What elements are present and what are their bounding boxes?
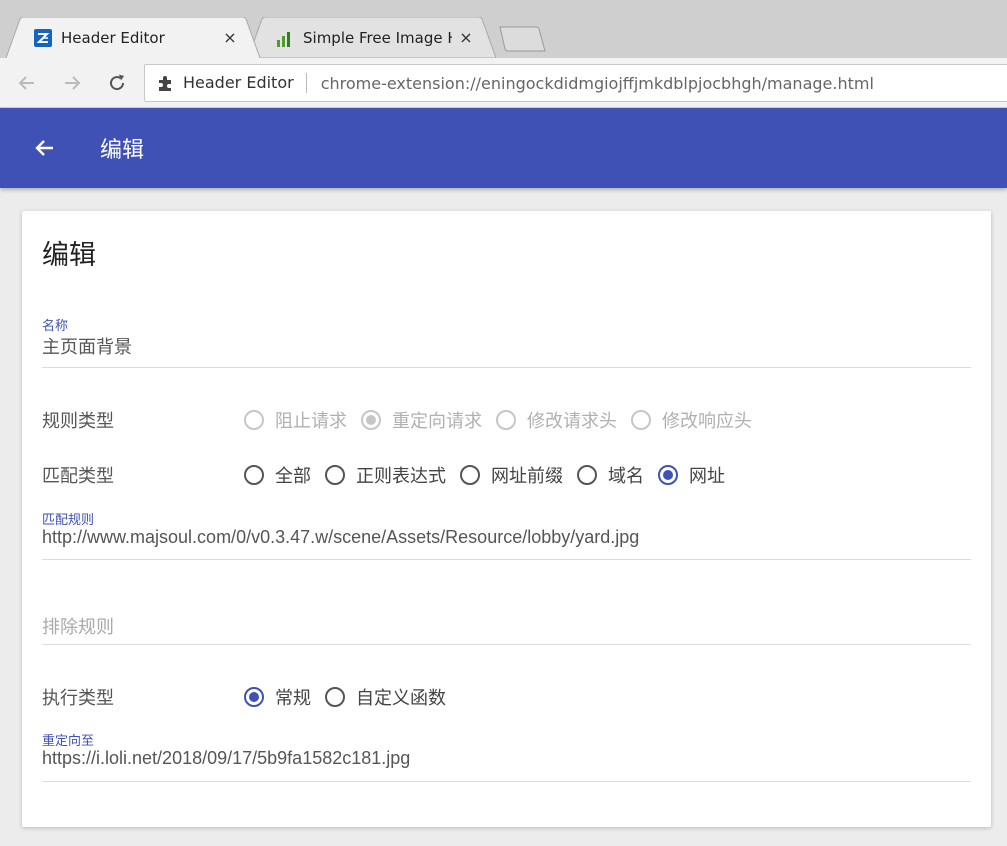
radio-label: 自定义函数 xyxy=(356,688,446,709)
redirect-to-input[interactable]: https://i.loli.net/2018/09/17/5b9fa1582c… xyxy=(42,748,971,773)
extension-name-chip: Header Editor xyxy=(183,73,307,93)
tab-header-editor[interactable]: Header Editor × xyxy=(6,17,260,58)
radio-label: 正则表达式 xyxy=(356,466,446,487)
radio-circle xyxy=(244,687,264,707)
redirect-to-label: 重定向至 xyxy=(42,734,95,749)
radio-dot xyxy=(249,692,259,702)
match-type-row: 匹配类型 全部 正则表达式 网址前缀 域名 网址 xyxy=(42,460,739,490)
radio-label: 域名 xyxy=(608,466,644,487)
app-bar-title: 编辑 xyxy=(100,138,145,163)
rule-type-label: 规则类型 xyxy=(42,411,114,432)
radio-label: 网址 xyxy=(689,466,725,487)
radio-label: 重定向请求 xyxy=(392,411,482,432)
radio-circle xyxy=(361,410,381,430)
radio-match-domain[interactable]: 域名 xyxy=(577,462,644,488)
radio-circle xyxy=(325,687,345,707)
tab-simple-free-image-hosting[interactable]: Simple Free Image Hosting × xyxy=(248,17,496,58)
app-bar: 编辑 xyxy=(0,108,1007,188)
radio-match-regex[interactable]: 正则表达式 xyxy=(325,462,446,488)
browser-toolbar: Header Editor chrome-extension://eningoc… xyxy=(0,58,1007,108)
signal-bars-icon xyxy=(277,31,290,47)
radio-redirect-request: 重定向请求 xyxy=(361,407,482,433)
radio-modify-request-header: 修改请求头 xyxy=(496,407,617,433)
radio-circle xyxy=(244,410,264,430)
close-icon[interactable]: × xyxy=(222,28,238,47)
url-text[interactable]: chrome-extension://eningockdidmgiojffjmk… xyxy=(321,74,874,93)
radio-circle xyxy=(631,410,651,430)
tab-content: Header Editor × xyxy=(34,17,238,58)
card-title: 编辑 xyxy=(42,240,96,271)
radio-label: 网址前缀 xyxy=(491,466,563,487)
exec-type-label: 执行类型 xyxy=(42,688,114,709)
tab-title: Header Editor xyxy=(61,28,165,47)
radio-circle xyxy=(460,465,480,485)
header-editor-logo-icon xyxy=(34,28,52,47)
radio-match-url[interactable]: 网址 xyxy=(658,462,725,488)
radio-match-all[interactable]: 全部 xyxy=(244,462,311,488)
reload-icon xyxy=(110,74,125,91)
radio-label: 修改响应头 xyxy=(662,411,752,432)
rule-type-row: 规则类型 阻止请求 重定向请求 修改请求头 修改响应头 xyxy=(42,405,766,435)
radio-circle xyxy=(496,410,516,430)
match-type-label: 匹配类型 xyxy=(42,466,114,487)
radio-label: 阻止请求 xyxy=(275,411,347,432)
radio-dot xyxy=(663,470,673,480)
arrow-left-icon xyxy=(18,76,34,90)
match-rule-label: 匹配规则 xyxy=(42,513,95,528)
radio-exec-normal[interactable]: 常规 xyxy=(244,684,311,710)
radio-circle xyxy=(325,465,345,485)
back-button[interactable] xyxy=(15,71,39,95)
radio-label: 修改请求头 xyxy=(527,411,617,432)
radio-modify-response-header: 修改响应头 xyxy=(631,407,752,433)
arrow-left-icon[interactable] xyxy=(33,136,57,160)
name-input[interactable]: 主页面背景 xyxy=(42,333,971,363)
tab-strip: Simple Free Image Hosting × Header Edito… xyxy=(0,0,1007,58)
name-label: 名称 xyxy=(42,319,69,334)
close-icon[interactable]: × xyxy=(458,28,474,47)
radio-exec-custom-function[interactable]: 自定义函数 xyxy=(325,684,446,710)
match-rule-field[interactable]: 匹配规则 http://www.majsoul.com/0/v0.3.47.w/… xyxy=(42,509,971,560)
match-rule-input[interactable]: http://www.majsoul.com/0/v0.3.47.w/scene… xyxy=(42,527,971,552)
reload-button[interactable] xyxy=(105,71,129,95)
exec-type-row: 执行类型 常规 自定义函数 xyxy=(42,682,460,712)
radio-circle xyxy=(658,465,678,485)
radio-circle xyxy=(244,465,264,485)
tab-content: Simple Free Image Hosting × xyxy=(276,17,474,58)
arrow-right-icon xyxy=(65,76,81,90)
exclude-rule-input[interactable]: 排除规则 xyxy=(42,613,971,643)
tab-title: Simple Free Image Hosting xyxy=(303,28,452,47)
redirect-to-field[interactable]: 重定向至 https://i.loli.net/2018/09/17/5b9fa… xyxy=(42,730,971,782)
radio-match-prefix[interactable]: 网址前缀 xyxy=(460,462,563,488)
forward-button[interactable] xyxy=(60,71,84,95)
edit-card: 编辑 名称 主页面背景 规则类型 阻止请求 重定向请求 修改请求头 修改响应头 … xyxy=(22,211,991,827)
radio-circle xyxy=(577,465,597,485)
address-bar[interactable]: Header Editor chrome-extension://eningoc… xyxy=(144,64,1007,102)
puzzle-piece-icon xyxy=(159,76,171,91)
name-field[interactable]: 名称 主页面背景 xyxy=(42,315,971,368)
radio-block-request: 阻止请求 xyxy=(244,407,347,433)
radio-label: 全部 xyxy=(275,466,311,487)
radio-label: 常规 xyxy=(275,688,311,709)
radio-dot xyxy=(366,415,376,425)
exclude-rule-field[interactable]: 排除规则 xyxy=(42,613,971,645)
new-tab-button[interactable] xyxy=(498,26,546,52)
